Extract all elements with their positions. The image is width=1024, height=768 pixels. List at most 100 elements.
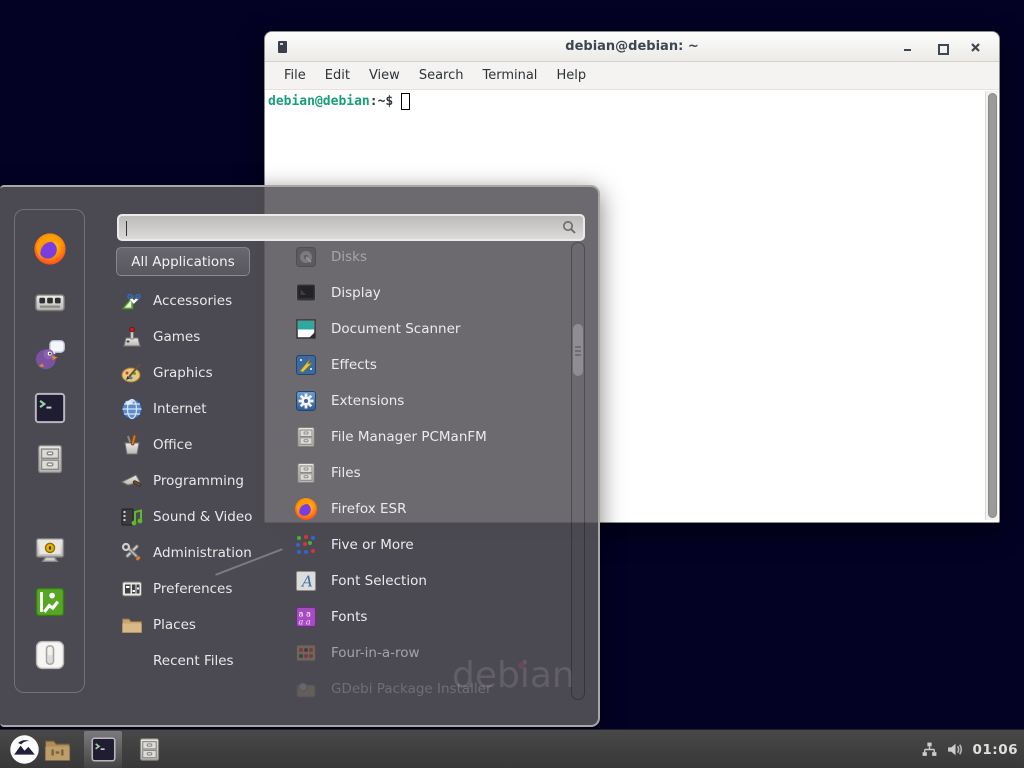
gdebi-icon (294, 677, 318, 701)
pidgin-icon (33, 338, 67, 372)
menu-terminal[interactable]: Terminal (482, 68, 537, 83)
app-item-font-selection[interactable]: A Font Selection (285, 563, 569, 599)
minimize-button[interactable] (902, 42, 913, 53)
logout-button[interactable] (33, 585, 67, 619)
category-administration[interactable]: Administration (112, 535, 272, 571)
app-item-four-in-a-row[interactable]: Four-in-a-row (285, 635, 569, 671)
app-item-five-or-more[interactable]: Five or More (285, 527, 569, 563)
prompt-user-host: debian@debian (268, 94, 370, 109)
disks-icon (294, 245, 318, 269)
app-item-effects[interactable]: Effects (285, 347, 569, 383)
category-accessories[interactable]: Accessories (112, 283, 272, 319)
category-places[interactable]: Places (112, 607, 272, 643)
favorite-terminal-button[interactable] (33, 391, 67, 425)
terminal-icon (90, 736, 117, 763)
extensions-icon (294, 389, 318, 413)
app-item-disks[interactable]: Disks (285, 239, 569, 275)
graphics-icon (120, 361, 144, 385)
favorite-settings-button[interactable] (33, 285, 67, 319)
window-title: debian@debian: ~ (265, 39, 999, 54)
document-scanner-icon (294, 317, 318, 341)
office-icon (120, 433, 144, 457)
favorites-sidebar (14, 209, 85, 693)
taskbar-clock[interactable]: 01:06 (973, 742, 1018, 758)
app-item-extensions[interactable]: Extensions (285, 383, 569, 419)
category-list: All Applications Accessories Games (112, 247, 272, 679)
app-item-file-manager-pcmanfm[interactable]: File Manager PCManFM (285, 419, 569, 455)
terminal-menubar: File Edit View Search Terminal Help (265, 62, 999, 90)
category-sound-video[interactable]: Sound & Video (112, 499, 272, 535)
internet-icon (120, 397, 144, 421)
application-list: Disks Display Document Scanner (285, 239, 569, 707)
app-list-scrollbar[interactable] (571, 242, 585, 700)
category-preferences[interactable]: Preferences (112, 571, 272, 607)
places-icon (120, 613, 144, 637)
file-manager-button[interactable] (43, 736, 72, 767)
accessories-icon (120, 289, 144, 313)
desktop: debian debian@debian: ~ File Edit View S… (0, 0, 1024, 768)
menu-view[interactable]: View (369, 68, 400, 83)
category-programming[interactable]: Programming (112, 463, 272, 499)
terminal-icon (33, 391, 67, 425)
category-recent-files[interactable]: Recent Files (112, 643, 272, 679)
favorite-files-button[interactable] (33, 442, 67, 476)
magnifier-icon (562, 220, 577, 235)
app-item-files[interactable]: Files (285, 455, 569, 491)
category-internet[interactable]: Internet (112, 391, 272, 427)
favorite-pidgin-button[interactable] (33, 338, 67, 372)
mixer-icon (33, 285, 67, 319)
fonts-icon: a a a a (294, 605, 318, 629)
terminal-scrollbar-thumb[interactable] (988, 93, 997, 518)
prompt-path: :~$ (370, 94, 393, 109)
shutdown-icon (33, 638, 67, 672)
category-games[interactable]: Games (112, 319, 272, 355)
search-input[interactable] (119, 216, 562, 239)
network-icon[interactable] (921, 741, 938, 758)
close-button[interactable] (970, 42, 981, 53)
svg-text:a a: a a (299, 618, 311, 627)
application-menu: All Applications Accessories Games (0, 185, 600, 727)
app-item-gdebi-package-installer[interactable]: GDebi Package Installer (285, 671, 569, 707)
app-item-document-scanner[interactable]: Document Scanner (285, 311, 569, 347)
font-selection-icon: A (294, 569, 318, 593)
terminal-scrollbar[interactable] (985, 91, 998, 520)
maximize-button[interactable] (936, 42, 947, 53)
close-icon (970, 42, 981, 53)
lock-screen-icon (33, 533, 67, 567)
app-item-display[interactable]: Display (285, 275, 569, 311)
category-office[interactable]: Office (112, 427, 272, 463)
shutdown-button[interactable] (33, 638, 67, 672)
four-in-a-row-icon (294, 641, 318, 665)
app-list-scrollbar-thumb[interactable] (573, 324, 583, 376)
firefox-icon (33, 232, 67, 266)
app-item-fonts[interactable]: a a a a Fonts (285, 599, 569, 635)
lock-screen-button[interactable] (33, 533, 67, 567)
display-icon (294, 281, 318, 305)
terminal-cursor (401, 93, 410, 110)
file-cabinet-icon (294, 461, 318, 485)
terminal-window-icon (278, 41, 287, 53)
five-or-more-icon (294, 533, 318, 557)
files-taskbar-button[interactable] (136, 736, 163, 767)
preferences-icon (120, 577, 144, 601)
terminal-titlebar[interactable]: debian@debian: ~ (265, 32, 999, 62)
menu-file[interactable]: File (284, 68, 306, 83)
favorite-firefox-button[interactable] (33, 232, 67, 266)
category-graphics[interactable]: Graphics (112, 355, 272, 391)
menu-button[interactable] (9, 734, 40, 768)
sound-video-icon (120, 505, 144, 529)
terminal-taskbar-button[interactable] (84, 731, 122, 768)
system-tray: 01:06 (921, 730, 1018, 768)
taskbar: 01:06 (0, 729, 1024, 768)
volume-icon[interactable] (946, 741, 965, 758)
firefox-icon (294, 497, 318, 521)
terminal-prompt: debian@debian:~$ (265, 90, 999, 110)
menu-edit[interactable]: Edit (325, 68, 350, 83)
menu-search[interactable]: Search (419, 68, 464, 83)
administration-icon (120, 541, 144, 565)
logout-icon (33, 585, 67, 619)
app-item-firefox-esr[interactable]: Firefox ESR (285, 491, 569, 527)
file-cabinet-icon (136, 736, 163, 763)
menu-help[interactable]: Help (556, 68, 586, 83)
category-all-applications[interactable]: All Applications (116, 247, 250, 276)
